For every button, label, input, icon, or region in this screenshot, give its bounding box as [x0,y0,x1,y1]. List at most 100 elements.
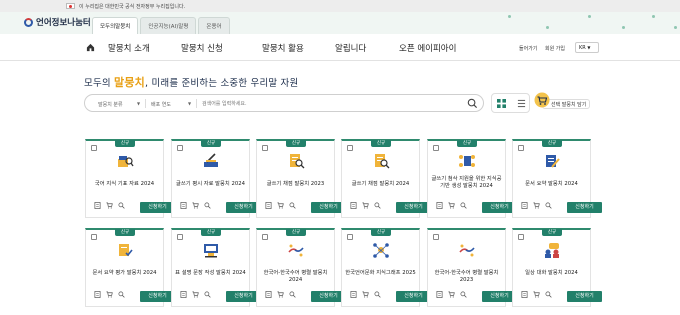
apply-button[interactable]: 신청하기 [140,291,175,302]
select-checkbox[interactable] [262,234,268,240]
document-icon[interactable] [180,291,187,298]
search-icon[interactable] [460,202,467,209]
corpus-card[interactable]: 신규 일상 대화 말뭉치 2024 신청하기 [512,228,602,307]
cart-icon[interactable] [106,291,113,298]
menu-notices[interactable]: 알립니다 [335,42,366,54]
search-icon[interactable] [289,291,296,298]
search-icon[interactable] [460,291,467,298]
search-icon[interactable] [545,202,552,209]
menu-open-api[interactable]: 오픈 에이피아이 [399,42,456,54]
card-title[interactable]: 문서 요약 평가 말뭉치 2024 [88,270,161,277]
grid-view-icon[interactable] [497,99,506,108]
select-checkbox[interactable] [518,145,524,151]
corpus-card[interactable]: 신규 표 설명 문장 작성 말뭉치 2024 신청하기 [171,228,261,307]
card-title[interactable]: 일상 대화 말뭉치 2024 [515,270,588,277]
card-title[interactable]: 한국어-한국수어 병렬 말뭉치 2024 [259,270,332,283]
select-checkbox[interactable] [177,145,183,151]
document-icon[interactable] [94,291,101,298]
card-title[interactable]: 글쓰기 채점 말뭉치 2024 [344,181,417,188]
card-title[interactable]: 글쓰기 채점 말뭉치 2023 [259,181,332,188]
document-icon[interactable] [436,202,443,209]
card-title[interactable]: 표 설명 문장 작성 말뭉치 2024 [174,270,247,277]
apply-button[interactable]: 신청하기 [567,202,602,213]
cart-icon[interactable] [448,202,455,209]
tab-ai-malpyeong[interactable]: 인공지능(AI)말평 [140,17,197,34]
cart-icon[interactable] [362,202,369,209]
select-checkbox[interactable] [91,234,97,240]
search-icon[interactable] [118,202,125,209]
tab-everyones-corpus[interactable]: 모두의말뭉치 [92,17,139,34]
apply-button[interactable]: 신청하기 [567,291,602,302]
home-icon[interactable] [86,43,95,52]
document-icon[interactable] [521,291,528,298]
select-checkbox[interactable] [433,145,439,151]
document-icon[interactable] [94,202,101,209]
search-icon[interactable] [467,98,478,109]
search-input[interactable] [202,99,462,109]
card-title[interactable]: 한국언어문화 지식그래프 2025 [344,270,417,277]
cart-icon[interactable] [362,291,369,298]
cart-icon[interactable] [533,202,540,209]
corpus-card[interactable]: 신규 한국언어문화 지식그래프 2025 신청하기 [341,228,431,307]
cart-icon[interactable] [533,291,540,298]
apply-button[interactable]: 신청하기 [140,202,175,213]
corpus-card[interactable]: 한국어-한국수어 병렬 말뭉치 2023 신청하기 [427,228,517,307]
cart-icon[interactable] [106,202,113,209]
add-selected-to-cart-button[interactable]: 선택 말뭉치 담기 [534,92,591,112]
cart-icon[interactable] [192,202,199,209]
card-title[interactable]: 문서 요약 말뭉치 2024 [515,181,588,188]
card-title[interactable]: 국어 지식 기표 자료 2024 [88,181,161,188]
join-link[interactable]: 회원 가입 [545,45,565,52]
signin-link[interactable]: 들어가기 [519,45,537,52]
corpus-card[interactable]: 신규 글쓰기 채점 말뭉치 2024 신청하기 [341,139,431,218]
select-checkbox[interactable] [177,234,183,240]
menu-corpus-apply[interactable]: 말뭉치 신청 [181,42,223,54]
select-checkbox[interactable] [262,145,268,151]
document-icon[interactable] [350,202,357,209]
select-checkbox[interactable] [91,145,97,151]
card-title[interactable]: 글쓰기 첨삭 지원을 위한 지식공 기반 생성 말뭉치 2024 [430,176,503,189]
cart-icon[interactable] [277,202,284,209]
document-icon[interactable] [180,202,187,209]
cart-icon[interactable] [277,291,284,298]
search-icon[interactable] [118,291,125,298]
list-view-icon[interactable] [517,99,526,108]
document-icon[interactable] [265,202,272,209]
apply-button[interactable]: 신청하기 [396,202,431,213]
document-icon[interactable] [521,202,528,209]
cart-icon[interactable] [448,291,455,298]
select-checkbox[interactable] [518,234,524,240]
brand-logo[interactable]: 언어정보나눔터 [24,16,91,28]
search-icon[interactable] [374,291,381,298]
search-icon[interactable] [204,202,211,209]
search-icon[interactable] [545,291,552,298]
document-icon[interactable] [350,291,357,298]
search-icon[interactable] [289,202,296,209]
select-checkbox[interactable] [433,234,439,240]
corpus-type-select[interactable]: 말뭉치 분류 [98,101,123,108]
search-icon[interactable] [374,202,381,209]
corpus-card[interactable]: 신규 문서 요약 평가 말뭉치 2024 신청하기 [85,228,175,307]
menu-corpus-intro[interactable]: 말뭉치 소개 [108,42,150,54]
corpus-card[interactable]: 신규 글쓰기 평시 자료 말뭉치 2024 신청하기 [171,139,261,218]
apply-button[interactable]: 신청하기 [396,291,431,302]
document-icon[interactable] [265,291,272,298]
document-icon[interactable] [436,291,443,298]
card-title[interactable]: 한국어-한국수어 병렬 말뭉치 2023 [430,270,503,283]
menu-corpus-use[interactable]: 말뭉치 활용 [262,42,304,54]
corpus-card[interactable]: 신규 글쓰기 첨삭 지원을 위한 지식공 기반 생성 말뭉치 2024 신청하기 [427,139,517,218]
release-year-select[interactable]: 배포 연도 [151,101,171,108]
corpus-card[interactable]: 신규 글쓰기 채점 말뭉치 2023 신청하기 [256,139,346,218]
select-checkbox[interactable] [347,145,353,151]
cart-icon[interactable] [192,291,199,298]
corpus-card[interactable]: 신규 국어 지식 기표 자료 2024 신청하기 [85,139,175,218]
corpus-card[interactable]: 신규 한국어-한국수어 병렬 말뭉치 2024 신청하기 [256,228,346,307]
korea-flag-icon [66,3,75,9]
tab-onyongeo[interactable]: 온용어 [198,17,230,34]
language-select[interactable]: KR ▼ [575,42,599,53]
search-icon[interactable] [204,291,211,298]
card-title[interactable]: 글쓰기 평시 자료 말뭉치 2024 [174,181,247,188]
chevron-down-icon: ▼ [188,101,192,106]
select-checkbox[interactable] [347,234,353,240]
corpus-card[interactable]: 신규 문서 요약 말뭉치 2024 신청하기 [512,139,602,218]
